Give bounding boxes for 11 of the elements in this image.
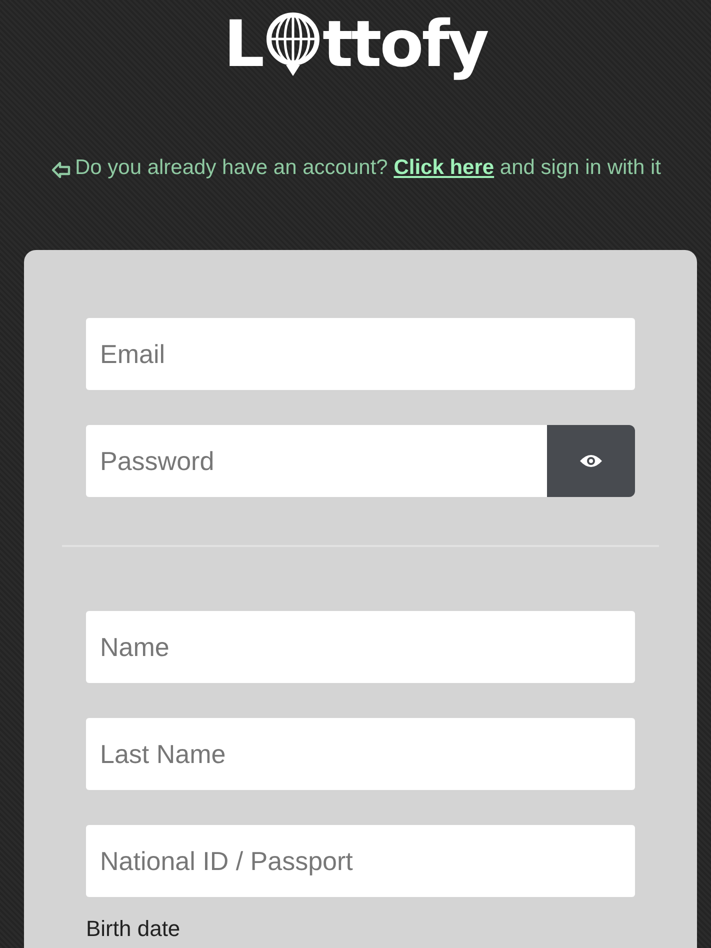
signin-notice: Do you already have an account? Click here and sign in with it: [74, 155, 662, 181]
input-field[interactable]: Last Name: [86, 718, 635, 790]
click-here-link[interactable]: Click here: [394, 156, 494, 179]
password-field[interactable]: Password: [86, 425, 547, 497]
input-field[interactable]: Name: [86, 611, 635, 683]
show-password-button[interactable]: [547, 425, 635, 497]
lottofy-logo: L ttofy: [224, 7, 488, 84]
birth-date-label: Birth date: [86, 917, 180, 941]
eye-icon: [579, 453, 603, 469]
input-field[interactable]: National ID / Passport: [86, 825, 635, 897]
input-field[interactable]: Email: [86, 318, 635, 390]
